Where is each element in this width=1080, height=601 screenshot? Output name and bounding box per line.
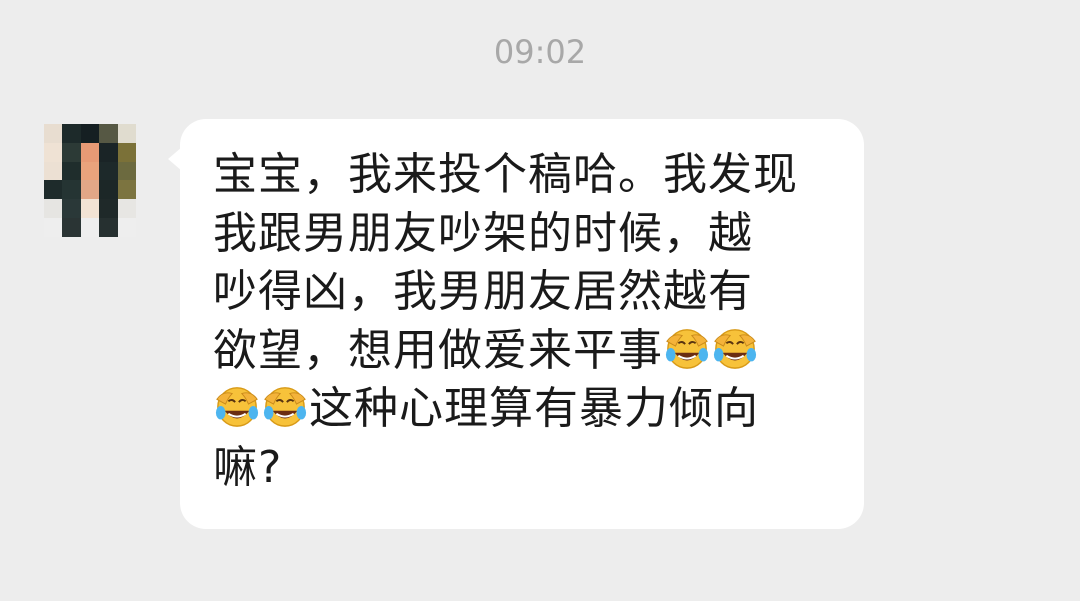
sender-avatar[interactable]: [44, 124, 136, 237]
avatar-pixel: [99, 124, 118, 143]
message-line: 宝宝，我来投个稿哈。我发现: [213, 146, 836, 205]
avatar-pixel: [99, 142, 118, 162]
laugh-cry-emoji-icon: [214, 383, 260, 429]
message-line: 我跟男朋友吵架的时候，越: [213, 205, 836, 264]
avatar-pixel: [80, 161, 100, 181]
avatar-pixel: [80, 142, 100, 162]
message-text: 这种心理算有暴力倾向: [309, 383, 759, 434]
laugh-cry-emoji-icon: [712, 325, 758, 371]
avatar-pixel: [117, 161, 136, 181]
avatar-pixel: [99, 217, 118, 237]
avatar-pixel: [44, 217, 63, 237]
avatar-pixel: [44, 124, 63, 143]
message-text: 宝宝，我来投个稿哈。我发现: [213, 149, 798, 200]
avatar-pixel: [62, 124, 81, 143]
avatar-pixel: [99, 161, 118, 181]
avatar-pixel: [62, 199, 81, 218]
avatar-pixel: [80, 217, 100, 237]
message-text: 我跟男朋友吵架的时候，越: [213, 207, 753, 259]
avatar-pixel: [62, 161, 81, 181]
avatar-pixel: [44, 142, 63, 162]
avatar-pixel: [117, 180, 136, 200]
avatar-pixel: [44, 199, 63, 218]
avatar-pixel: [80, 124, 100, 143]
avatar-pixel: [80, 180, 100, 200]
message-line: 这种心理算有暴力倾向: [213, 380, 836, 439]
avatar-pixel: [99, 180, 118, 200]
avatar-pixel: [117, 217, 136, 237]
message-text: 欲望，想用做爱来平事: [213, 324, 663, 376]
message-bubble[interactable]: 宝宝，我来投个稿哈。我发现 我跟男朋友吵架的时候，越 吵得凶，我男朋友居然越有 欲望，…: [180, 119, 864, 529]
message-timestamp: 09:02: [493, 33, 587, 71]
message-line: 嘛?: [213, 439, 836, 498]
avatar-pixel: [62, 217, 81, 237]
message-line: 吵得凶，我男朋友居然越有: [213, 263, 836, 322]
message-text: 嘛?: [213, 441, 283, 493]
avatar-pixel: [99, 199, 118, 218]
avatar-pixel: [117, 124, 136, 143]
avatar-pixel: [62, 180, 81, 200]
message-text: 吵得凶，我男朋友居然越有: [213, 266, 753, 317]
avatar-pixel: [117, 199, 136, 218]
message-line: 欲望，想用做爱来平事: [213, 322, 836, 381]
avatar-pixel: [44, 180, 63, 200]
avatar-pixel: [44, 161, 63, 181]
laugh-cry-emoji-icon: [664, 325, 710, 371]
avatar-pixel: [117, 142, 136, 162]
avatar-pixel: [62, 142, 81, 162]
laugh-cry-emoji-icon: [262, 383, 308, 429]
avatar-pixel: [80, 199, 100, 218]
